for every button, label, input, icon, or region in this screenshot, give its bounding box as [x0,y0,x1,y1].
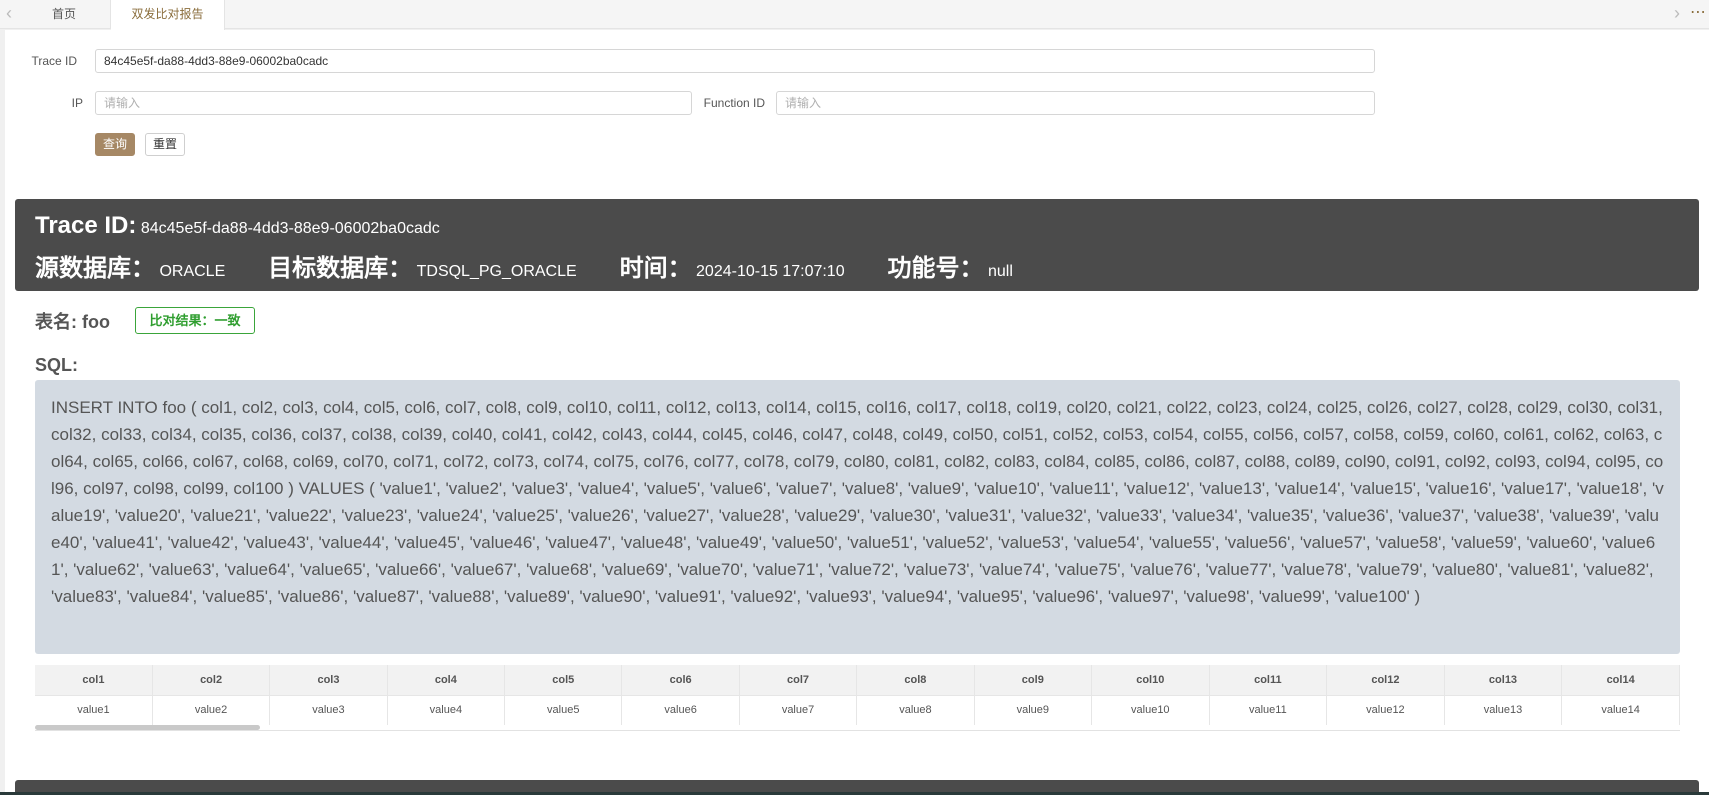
column-header: col3 [269,665,388,695]
db-info-line: 源数据库： ORACLE 目标数据库： TDSQL_PG_ORACLE 时间： … [35,248,1013,283]
chevron-left-icon[interactable]: ‹ [0,0,18,29]
function-label: 功能号： [887,255,984,282]
table-cell: value5 [504,694,623,725]
function-id-label: Function ID [703,96,765,110]
function-value: null [987,263,1013,280]
table-cell: value9 [974,694,1093,725]
table-cell: value1 [35,694,153,725]
column-header: col7 [739,665,858,695]
trace-id-value: 84c45e5f-da88-4dd3-88e9-06002ba0cadc [140,220,440,237]
chevron-right-icon[interactable]: › [1668,0,1686,29]
table-cell: value13 [1444,694,1563,725]
column-header: col8 [856,665,975,695]
report-header-card: Trace ID: 84c45e5f-da88-4dd3-88e9-06002b… [15,199,1699,291]
compare-result-badge: 比对结果：一致 [135,307,255,334]
tab-dual-compare-report[interactable]: 双发比对报告 [111,0,225,30]
table-cell: value2 [152,694,271,725]
time-value: 2024-10-15 17:07:10 [696,263,845,280]
reset-button[interactable]: 重置 [145,133,185,156]
table-cell: value8 [856,694,975,725]
column-header: col4 [387,665,506,695]
source-db-label: 源数据库： [35,255,155,282]
column-header: col12 [1326,665,1445,695]
table-cell: value7 [739,694,858,725]
query-button[interactable]: 查询 [95,133,135,156]
table-cell: value10 [1091,694,1210,725]
target-db-label: 目标数据库： [268,255,413,282]
sql-text-box: INSERT INTO foo ( col1, col2, col3, col4… [35,380,1680,654]
column-header: col6 [621,665,740,695]
table-header-row: col1 col2 col3 col4 col5 col6 col7 col8 col9 col1… [35,665,1680,695]
table-cell: value6 [621,694,740,725]
column-header: col9 [974,665,1093,695]
column-header: col11 [1209,665,1328,695]
column-header: col13 [1444,665,1563,695]
horizontal-scrollbar[interactable] [35,725,260,730]
column-header: col1 [35,665,153,695]
table-name: 表名: foo [35,312,110,332]
trace-line: Trace ID: 84c45e5f-da88-4dd3-88e9-06002b… [35,212,440,240]
tab-home[interactable]: 首页 [18,0,111,29]
table-cell: value14 [1561,694,1680,725]
column-header: col2 [152,665,271,695]
column-header: col5 [504,665,623,695]
data-table-container[interactable]: col1 col2 col3 col4 col5 col6 col7 col8 col9 col1… [35,665,1680,731]
target-db-value: TDSQL_PG_ORACLE [416,263,577,280]
source-db-value: ORACLE [159,263,226,280]
table-cell: value12 [1326,694,1445,725]
time-label: 时间： [619,255,692,282]
ip-label: IP [71,96,83,110]
column-header: col10 [1091,665,1210,695]
ip-input[interactable] [95,91,692,115]
column-header: col14 [1561,665,1680,695]
table-row: value1 value2 value3 value4 value5 value6 valu… [35,694,1680,725]
trace-id-input[interactable] [95,49,1375,73]
function-id-input[interactable] [776,91,1375,115]
trace-id-label: Trace ID [31,54,77,68]
table-cell: value4 [387,694,506,725]
trace-id-title: Trace ID: [35,212,137,239]
table-body: value1 value2 value3 value4 value5 value6 valu… [35,694,1680,725]
table-cell: value3 [269,694,388,725]
table-cell: value11 [1209,694,1328,725]
more-icon[interactable]: ⋯ [1686,0,1709,29]
data-table: col1 col2 col3 col4 col5 col6 col7 col8 col9 col1… [35,665,1680,725]
sql-title: SQL: [35,355,78,375]
tab-bar: ‹ 首页 双发比对报告 › ⋯ [0,0,1709,30]
